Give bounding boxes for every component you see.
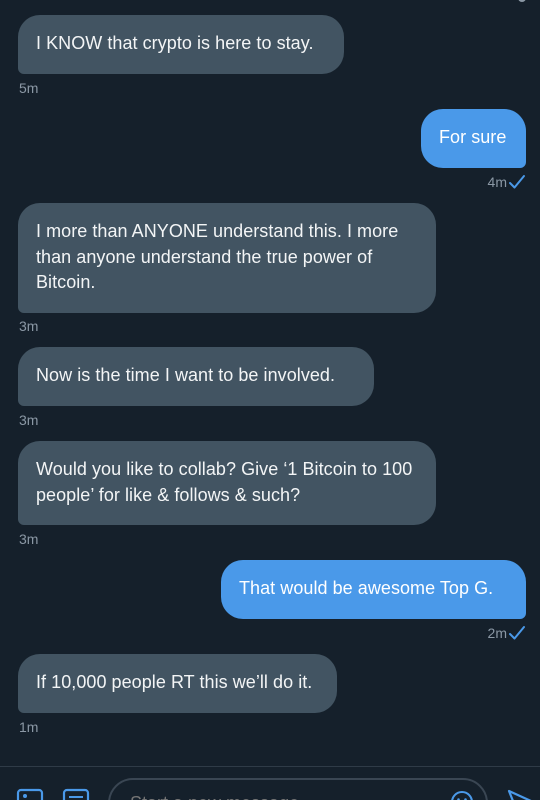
message-text: For sure [439, 127, 507, 147]
send-icon[interactable] [506, 788, 534, 800]
message-bubble-incoming[interactable]: If 10,000 people RT this we’ll do it. [18, 654, 337, 713]
timestamp-text: 1m [19, 719, 39, 735]
timestamp-text: 3m [19, 531, 39, 547]
message-text: Would you like to collab? Give ‘1 Bitcoi… [36, 459, 413, 505]
dm-conversation-screen: I KNOW that crypto is here to stay. 5m F… [0, 0, 540, 800]
message-text: If 10,000 people RT this we’ll do it. [36, 672, 313, 692]
message-text: I more than ANYONE understand this. I mo… [36, 221, 399, 292]
message-timestamp: 3m [19, 318, 38, 334]
image-icon[interactable] [16, 788, 44, 800]
message-bubble-incoming[interactable]: I KNOW that crypto is here to stay. [18, 15, 344, 74]
message-timestamp: 4m [488, 174, 526, 190]
check-icon [508, 625, 526, 641]
timestamp-text: 5m [19, 80, 39, 96]
message-input[interactable] [108, 778, 488, 800]
gif-icon[interactable] [62, 788, 90, 800]
message-timestamp: 2m [488, 625, 526, 641]
timestamp-text: 3m [19, 318, 39, 334]
message-text: That would be awesome Top G. [239, 578, 494, 598]
message-timestamp: 1m [19, 719, 38, 735]
message-text: Now is the time I want to be involved. [36, 365, 336, 385]
message-bubble-outgoing[interactable]: For sure [421, 109, 526, 168]
message-timestamp: 3m [19, 412, 38, 428]
message-bubble-incoming[interactable]: Now is the time I want to be involved. [18, 347, 374, 406]
timestamp-text: 4m [487, 174, 507, 190]
timestamp-text: 3m [19, 412, 39, 428]
message-timestamp: 5m [19, 80, 38, 96]
message-bubble-incoming[interactable]: Would you like to collab? Give ‘1 Bitcoi… [18, 441, 436, 525]
timestamp-text: 2m [487, 625, 507, 641]
message-bubble-outgoing[interactable]: That would be awesome Top G. [221, 560, 526, 619]
status-dot [518, 0, 526, 2]
emoji-icon[interactable] [450, 790, 474, 800]
message-bubble-incoming[interactable]: I more than ANYONE understand this. I mo… [18, 203, 436, 313]
message-timestamp: 3m [19, 531, 38, 547]
check-icon [508, 174, 526, 190]
message-text: I KNOW that crypto is here to stay. [36, 33, 314, 53]
